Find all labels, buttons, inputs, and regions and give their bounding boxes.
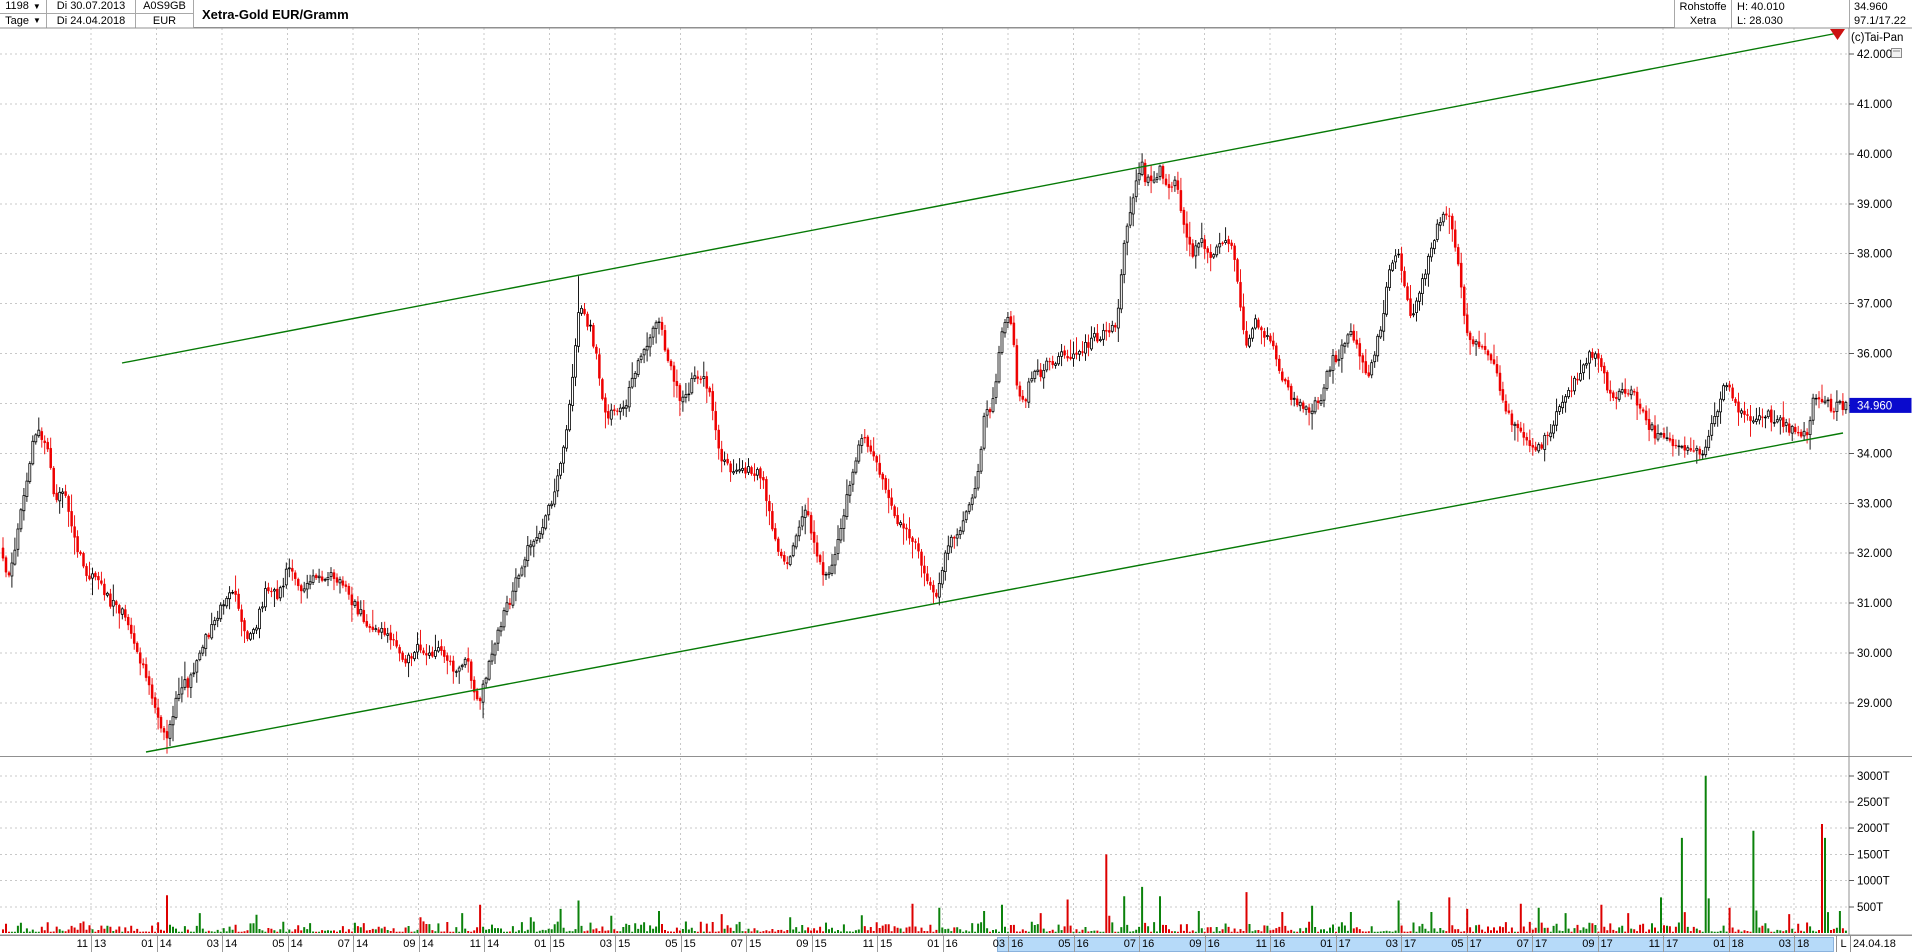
last-price-badge: 34.960: [1849, 398, 1912, 413]
date-axis-label-year: 15: [550, 938, 565, 950]
price-axis-label: 29.000: [1857, 698, 1892, 710]
date-axis-label-month: 03: [1386, 938, 1401, 950]
price-axis-label: 34.000: [1857, 448, 1892, 460]
date-axis-label-year: 14: [353, 938, 368, 950]
price-volume-chart[interactable]: 42.000 41.000 40.000 39.000 38.000 37.000 36.0…: [0, 0, 1912, 952]
date-axis-label-month: 05: [665, 938, 680, 950]
last-bar-marker: L: [1836, 936, 1851, 952]
date-axis-label-month: 09: [1189, 938, 1204, 950]
date-axis-label-year: 16: [1008, 938, 1023, 950]
date-axis-label-month: 05: [1058, 938, 1073, 950]
date-axis-label-month: 11: [1649, 938, 1663, 950]
date-axis-label-year: 18: [1794, 938, 1809, 950]
gridlines: [0, 28, 1849, 935]
date-axis-label-year: 17: [1336, 938, 1351, 950]
date-axis-label-year: 17: [1532, 938, 1547, 950]
date-axis-label-month: 03: [1779, 938, 1794, 950]
date-axis-label-month: 01: [1320, 938, 1335, 950]
price-axis-label: 40.000: [1857, 149, 1892, 161]
date-axis-label-month: 07: [338, 938, 353, 950]
date-axis-label-year: 17: [1401, 938, 1416, 950]
date-axis-label-month: 07: [1124, 938, 1139, 950]
date-axis-label-year: 15: [877, 938, 892, 950]
volume-axis-label: 500T: [1857, 902, 1883, 914]
date-axis-label-year: 15: [615, 938, 630, 950]
price-axis-label: 39.000: [1857, 199, 1892, 211]
price-axis-label: 38.000: [1857, 249, 1892, 261]
date-axis-label-month: 09: [796, 938, 811, 950]
date-axis-label-year: 16: [1205, 938, 1220, 950]
date-axis-label-month: 03: [993, 938, 1008, 950]
date-axis-label-month: 01: [534, 938, 549, 950]
date-axis-label-month: 07: [1517, 938, 1532, 950]
date-axis-label-year: 17: [1598, 938, 1613, 950]
date-axis-label-month: 09: [403, 938, 418, 950]
date-axis-label-year: 16: [1270, 938, 1285, 950]
date-axis-label-year: 14: [157, 938, 172, 950]
date-axis-label-month: 03: [207, 938, 222, 950]
date-axis-label-year: 13: [91, 938, 106, 950]
price-axis-label: 41.000: [1857, 99, 1892, 111]
date-axis-label-month: 05: [272, 938, 287, 950]
price-axis-label: 37.000: [1857, 299, 1892, 311]
price-axis-label: 33.000: [1857, 498, 1892, 510]
price-axis-label: 32.000: [1857, 548, 1892, 560]
date-axis-label-year: 14: [419, 938, 434, 950]
date-axis-label-year: 17: [1467, 938, 1482, 950]
date-axis-label-year: 18: [1729, 938, 1744, 950]
volume-axis-label: 1000T: [1857, 876, 1890, 888]
axis-end-date: 24.04.18: [1853, 938, 1896, 950]
taipan-watermark: (c)Tai-Pan: [1851, 32, 1903, 44]
price-axis-label: 42.000: [1857, 49, 1892, 61]
volume-axis-label: 2500T: [1857, 797, 1890, 809]
date-axis-label-year: 14: [288, 938, 303, 950]
date-axis-label-year: 15: [746, 938, 761, 950]
volume-axis-label: 3000T: [1857, 771, 1890, 783]
volume-axis-label: 1500T: [1857, 849, 1890, 861]
last-price-badge-value: 34.960: [1857, 400, 1892, 412]
date-axis-label-year: 15: [681, 938, 696, 950]
pane-borders: [0, 28, 1912, 952]
date-axis-label-month: 07: [731, 938, 746, 950]
collapse-pane-icon[interactable]: [1892, 49, 1902, 58]
taipan-chart-window: 1198 ▼ Di 30.07.2013 A0S9GB Tage ▼ Di 24…: [0, 0, 1912, 952]
date-axis-label-year: 14: [222, 938, 237, 950]
date-axis-label-month: 05: [1451, 938, 1466, 950]
date-axis-label-month: 01: [141, 938, 156, 950]
trend-channel: [122, 29, 1845, 752]
price-axis-label: 31.000: [1857, 598, 1892, 610]
date-axis-label-month: 11: [863, 938, 877, 950]
date-axis-label-month: 01: [1713, 938, 1728, 950]
price-axis-labels: 42.000 41.000 40.000 39.000 38.000 37.000 36.0…: [1849, 32, 1903, 914]
date-axis-label-year: 14: [484, 938, 499, 950]
price-axis-label: 36.000: [1857, 349, 1892, 361]
date-axis-label-month: 11: [470, 938, 484, 950]
date-axis-label-month: 09: [1582, 938, 1597, 950]
date-axis-strip: 1113011403140514071409141114011503150515…: [0, 935, 1912, 952]
date-axis-label-year: 15: [812, 938, 827, 950]
date-axis-label-year: 16: [1074, 938, 1089, 950]
date-axis-label-year: 17: [1663, 938, 1678, 950]
date-axis-label-month: 01: [927, 938, 942, 950]
date-axis-label-month: 03: [600, 938, 615, 950]
date-axis-label-month: 11: [1256, 938, 1270, 950]
date-axis-label-year: 16: [943, 938, 958, 950]
volume-axis-label: 2000T: [1857, 823, 1890, 835]
date-axis-label-year: 16: [1139, 938, 1154, 950]
date-axis-label-month: 11: [77, 938, 91, 950]
price-axis-label: 30.000: [1857, 648, 1892, 660]
